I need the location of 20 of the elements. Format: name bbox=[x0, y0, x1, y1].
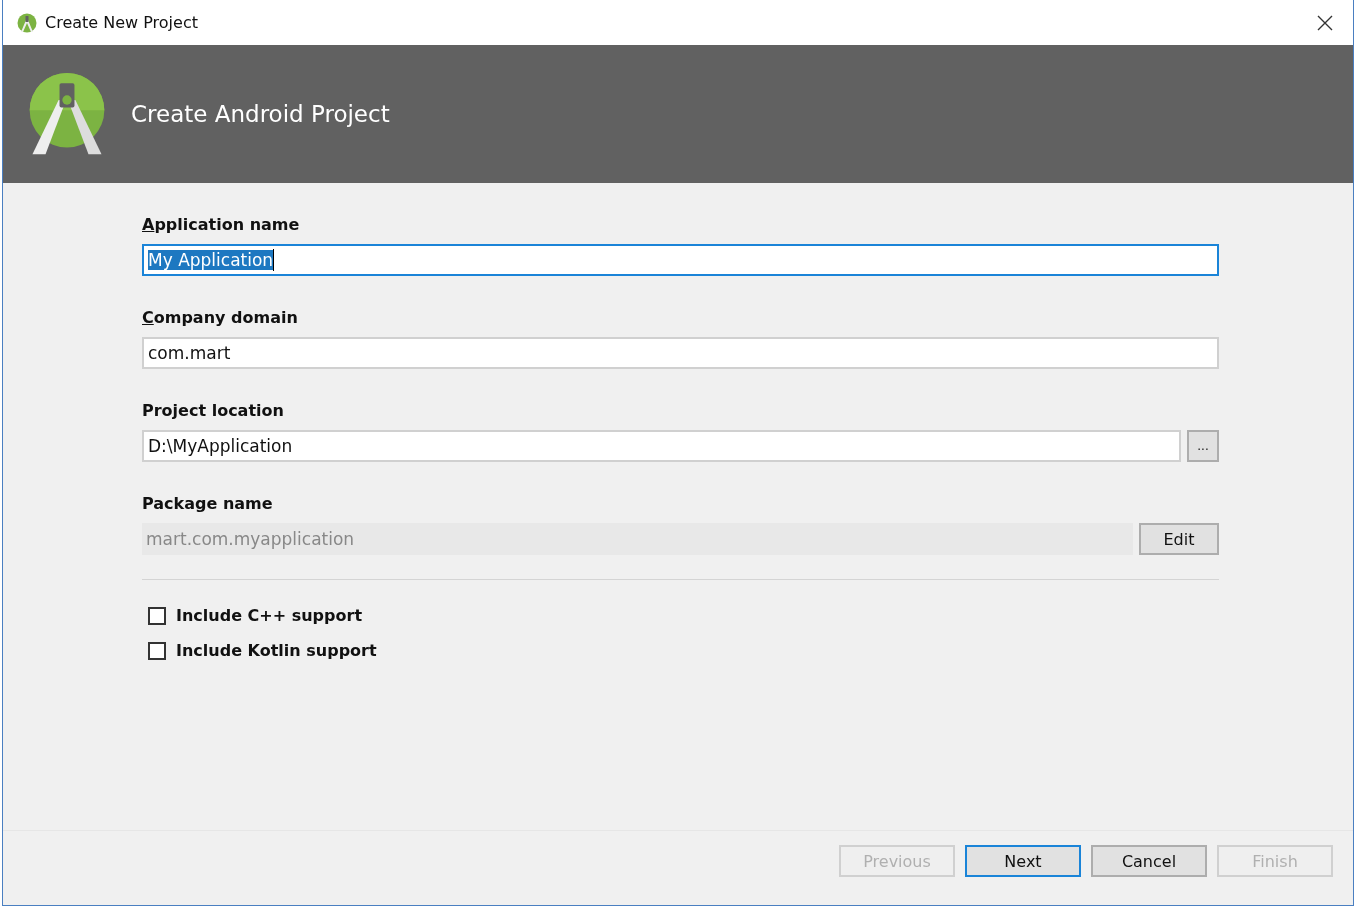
field-label: Package name bbox=[142, 494, 274, 513]
field-label: Company domain bbox=[142, 308, 299, 327]
package-name-field: mart.com.myapplication bbox=[142, 523, 1133, 555]
close-icon[interactable] bbox=[1317, 14, 1333, 31]
dialog-button[interactable]: Cancel bbox=[1091, 845, 1207, 877]
location-field[interactable]: D:\MyApplication bbox=[142, 430, 1181, 462]
checkbox[interactable] bbox=[148, 641, 166, 660]
header-title: Create Android Project bbox=[131, 101, 390, 127]
checkbox-label: Include Kotlin support bbox=[176, 641, 377, 660]
window-title: Create New Project bbox=[45, 13, 199, 32]
checkbox-label: Include C++ support bbox=[176, 606, 363, 625]
dialog-button[interactable]: Next bbox=[965, 845, 1081, 877]
text-field[interactable]: com.mart bbox=[142, 337, 1219, 369]
android-studio-logo-icon bbox=[17, 12, 37, 33]
field-label: Application name bbox=[142, 215, 301, 234]
edit-button[interactable]: Edit bbox=[1139, 523, 1219, 555]
field-label: Project location bbox=[142, 401, 285, 420]
text-field[interactable]: My Application bbox=[142, 244, 1219, 276]
checkbox[interactable] bbox=[148, 606, 166, 625]
browse-button[interactable]: ... bbox=[1187, 430, 1219, 462]
